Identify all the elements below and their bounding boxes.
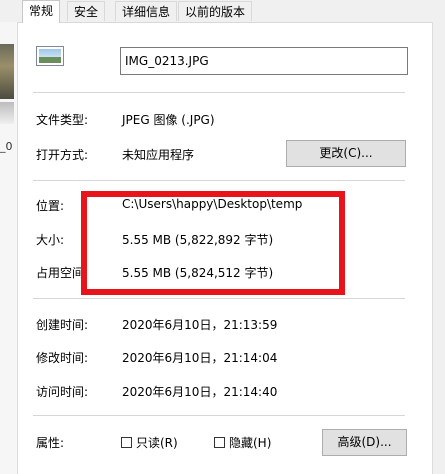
- change-button[interactable]: 更改(C)...: [286, 140, 406, 167]
- modified-label: 修改时间:: [36, 351, 89, 365]
- divider: [33, 180, 405, 181]
- size-value: 5.55 MB (5,822,892 字节): [122, 233, 274, 247]
- accessed-value: 2020年6月10日，21:14:40: [122, 385, 278, 399]
- readonly-checkbox[interactable]: 只读(R): [121, 434, 178, 450]
- divider: [33, 298, 405, 299]
- background-window-strip: _0: [0, 22, 18, 474]
- modified-value: 2020年6月10日，21:14:04: [122, 351, 278, 365]
- attributes-label: 属性:: [36, 436, 65, 450]
- background-thumbnail: [0, 44, 14, 99]
- accessed-label: 访问时间:: [36, 385, 89, 399]
- checkbox-box[interactable]: [214, 436, 225, 448]
- open-with-value: 未知应用程序: [122, 148, 195, 162]
- tab-security[interactable]: 安全: [67, 1, 106, 21]
- created-value: 2020年6月10日，21:13:59: [122, 318, 278, 332]
- hidden-checkbox[interactable]: 隐藏(H): [214, 434, 271, 450]
- tab-general[interactable]: 常规: [22, 0, 61, 23]
- background-thumbnail: [0, 102, 14, 124]
- divider: [33, 415, 405, 416]
- file-type-value: JPEG 图像 (.JPG): [122, 113, 215, 127]
- size-label: 大小:: [36, 233, 65, 247]
- hidden-label: 隐藏(H): [229, 435, 272, 450]
- image-file-icon: [36, 46, 64, 66]
- location-value: C:\Users\happy\Desktop\temp: [122, 197, 303, 211]
- background-window-strip-right: [432, 22, 445, 474]
- background-filename-fragment: _0: [0, 140, 13, 153]
- file-name-input[interactable]: [120, 47, 408, 75]
- checkbox-box[interactable]: [121, 436, 132, 448]
- tab-details[interactable]: 详细信息: [115, 1, 178, 21]
- location-label: 位置:: [36, 199, 65, 213]
- size-on-disk-label: 占用空间: [36, 266, 85, 280]
- advanced-button[interactable]: 高级(D)...: [322, 429, 407, 456]
- divider: [33, 92, 405, 93]
- tab-bar: 常规 安全 详细信息 以前的版本: [0, 0, 445, 23]
- created-label: 创建时间:: [36, 318, 89, 332]
- size-on-disk-value: 5.55 MB (5,824,512 字节): [122, 266, 274, 280]
- tab-previous-versions[interactable]: 以前的版本: [178, 1, 253, 21]
- readonly-label: 只读(R): [136, 435, 178, 450]
- open-with-label: 打开方式:: [36, 148, 89, 162]
- file-type-label: 文件类型:: [36, 113, 89, 127]
